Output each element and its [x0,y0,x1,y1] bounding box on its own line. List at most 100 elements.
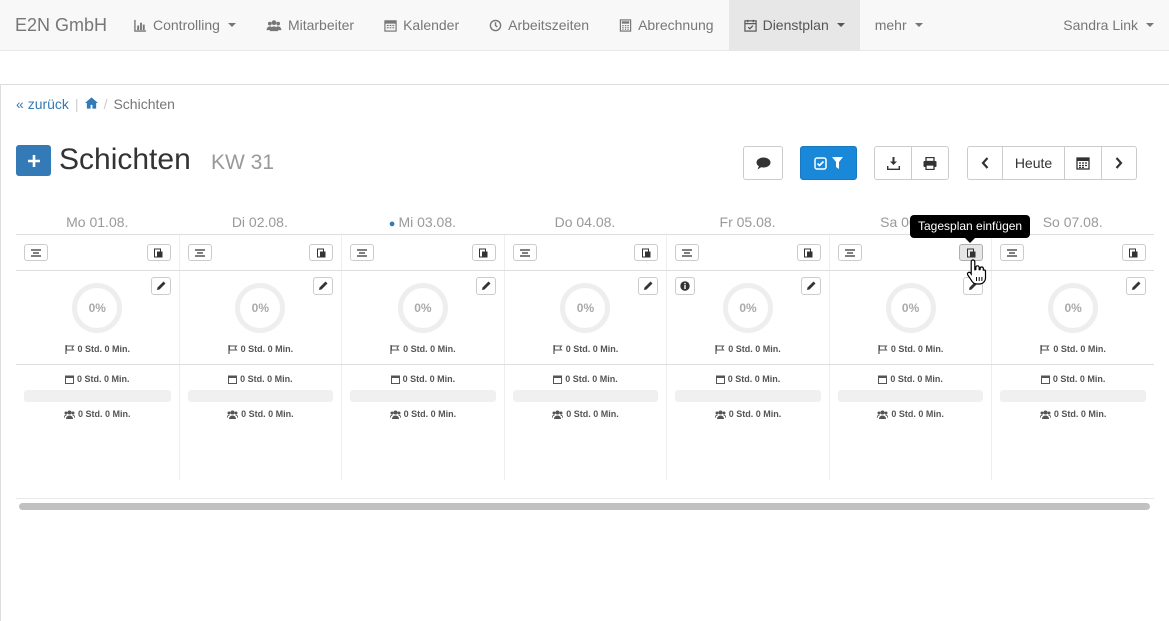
back-link[interactable]: « zurück [16,96,69,112]
nav-arbeitszeiten[interactable]: Arbeitszeiten [474,0,604,50]
next-week-button[interactable] [1101,146,1137,180]
edit-day-button[interactable] [475,277,496,295]
staff-hours-value: 0 Std. 0 Min. [566,409,619,419]
staff-hours-value: 0 Std. 0 Min. [403,409,457,419]
paste-dayplan-button[interactable] [1121,244,1146,261]
planned-hours-value: 0 Std. 0 Min. [890,374,943,384]
calendar-picker-button[interactable] [1064,146,1102,180]
paste-dayplan-button[interactable] [471,244,496,261]
week-grid: Mo 01.08. Di 02.08. ● Mi 03.08. Do 04.08. Fr … [16,210,1154,480]
target-hours-value: 0 Std. 0 Min. [890,344,944,354]
nav-abrechnung[interactable]: Abrechnung [604,0,729,50]
nav-dienstplan[interactable]: Dienstplan [728,0,860,50]
coverage-percent: 0% [251,301,270,315]
paste-dayplan-button[interactable] [634,244,659,261]
edit-day-button[interactable] [800,277,821,295]
day-overview-button[interactable] [24,244,48,261]
export-group [874,146,949,180]
day-header-label: Mo 01.08. [66,214,129,230]
pencil-icon [1131,281,1141,291]
planned-hours-value: 0 Std. 0 Min. [727,374,781,384]
flag-icon [878,344,888,354]
nav-mehr[interactable]: mehr [860,0,938,50]
coverage-donut: 0% [560,283,611,333]
day-summary: 0 Std. 0 Min. 0 Std. 0 Min. [666,365,829,480]
filter-button[interactable] [800,146,857,180]
coverage-donut: 0% [885,283,936,333]
hand-cursor-icon [966,259,987,285]
target-hours: 0 Std. 0 Min. [342,344,504,354]
coverage-donut: 0% [397,283,448,333]
day-tools [16,235,179,270]
clock-icon [489,19,502,31]
day-header-label: Fr 05.08. [719,214,776,230]
calendar-icon [390,375,400,384]
planned-hours-value: 0 Std. 0 Min. [1052,374,1106,384]
nav-controlling-label: Controlling [153,17,220,33]
staff-hours: 0 Std. 0 Min. [992,409,1154,419]
download-button[interactable] [874,146,912,180]
edit-day-button[interactable] [638,277,659,295]
day-header: Di 02.08. [179,210,342,234]
user-name: Sandra Link [1063,17,1138,33]
edit-day-button[interactable] [1125,277,1146,295]
brand-logo[interactable]: E2N GmbH [15,0,107,50]
nav-kalender[interactable]: Kalender [369,0,474,50]
target-hours-value: 0 Std. 0 Min. [240,344,294,354]
nav-controlling[interactable]: Controlling [119,0,251,50]
print-button[interactable] [911,146,949,180]
calendar-icon [878,375,888,384]
chevron-left-icon [981,157,989,169]
nav-mitarbeiter[interactable]: Mitarbeiter [251,0,369,50]
paste-dayplan-button[interactable] [146,244,171,261]
previous-week-button[interactable] [967,146,1003,180]
coverage-percent: 0% [414,301,432,315]
day-info-button[interactable] [675,277,696,295]
day-summary-row: 0 Std. 0 Min. 0 Std. 0 Min. 0 Std. 0 Min. 0… [16,364,1154,480]
progress-bar [837,390,984,402]
chevron-down-icon [227,23,236,27]
target-hours-value: 0 Std. 0 Min. [403,344,456,354]
paste-dayplan-button[interactable] [309,244,334,261]
calendar-icon [228,375,238,384]
progress-bar [675,390,821,402]
horizontal-scrollbar[interactable] [16,498,1154,514]
day-overview-button[interactable] [675,244,700,261]
day-overview-button[interactable] [837,244,862,261]
calendar-icon [65,375,75,384]
chevron-down-icon [914,23,923,27]
edit-day-button[interactable] [150,277,171,295]
home-icon [84,97,98,109]
day-overview-button[interactable] [512,244,537,261]
scrollbar-thumb[interactable] [19,503,1150,510]
day-summary: 0 Std. 0 Min. 0 Std. 0 Min. [341,365,504,480]
calculator-icon [619,18,632,32]
day-stats: 0% 0 Std. 0 Min. [178,271,342,364]
today-button[interactable]: Heute [1002,146,1065,180]
day-overview-button[interactable] [350,244,375,261]
edit-day-button[interactable] [313,277,334,295]
plus-icon [27,154,40,167]
home-link[interactable] [84,96,98,112]
chevron-down-icon [836,23,845,27]
users-icon [389,410,401,419]
day-overview-button[interactable] [187,244,212,261]
paste-dayplan-button[interactable] [796,244,821,261]
day-summary: 0 Std. 0 Min. 0 Std. 0 Min. [503,365,667,480]
day-header: Fr 05.08. [666,210,829,234]
pencil-icon [481,281,491,291]
day-stats: 0% 0 Std. 0 Min. [991,271,1154,364]
comment-button[interactable] [743,146,783,180]
staff-hours-value: 0 Std. 0 Min. [78,409,131,419]
day-overview-button[interactable] [1000,244,1025,261]
breadcrumb-divider: | [74,96,79,112]
add-shift-button[interactable] [16,145,51,176]
target-hours: 0 Std. 0 Min. [830,344,992,354]
user-menu[interactable]: Sandra Link [1063,0,1154,50]
target-hours: 0 Std. 0 Min. [180,344,342,354]
align-icon [357,248,368,257]
breadcrumb-current: Schichten [113,96,175,112]
nav-dienstplan-label: Dienstplan [762,17,829,33]
coverage-percent: 0% [1064,301,1082,315]
day-header-label: Do 04.08. [554,214,616,230]
